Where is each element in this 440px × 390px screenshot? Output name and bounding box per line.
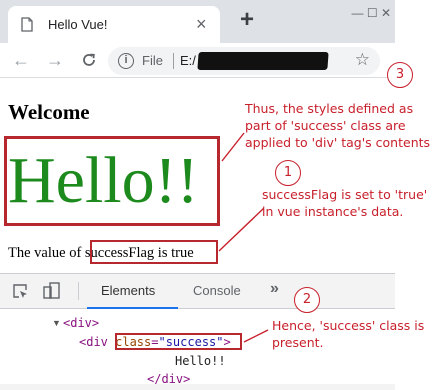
new-tab-icon[interactable]: + [240,8,254,32]
tab-console[interactable]: Console [193,283,241,298]
browser-toolbar: ← → i File E:/ ☆ [0,43,395,78]
annotation-text-2: Hence, 'success' class is present. [272,318,425,350]
device-toolbar-icon[interactable] [42,281,62,301]
info-icon[interactable]: i [118,53,134,69]
value-prefix: The value of [8,245,85,261]
annotation-number-2: 2 [294,287,320,313]
browser-tab[interactable]: Hello Vue! × [8,6,220,43]
address-separator [173,53,174,69]
devtools-toolbar: Elements Console » [0,273,395,309]
class-highlight-box [115,333,242,350]
close-tab-icon[interactable]: × [196,14,207,34]
more-tabs-icon[interactable]: » [270,280,279,298]
url-text[interactable]: E:/ [180,53,196,68]
expand-triangle-icon[interactable]: ▼ [52,318,61,328]
annotation-text-3: Thus, the styles defined as part of 'suc… [245,101,431,150]
tab-elements[interactable]: Elements [101,283,155,298]
devtools-bottom [0,384,395,390]
tab-title: Hello Vue! [48,17,108,32]
page-heading: Welcome [8,100,90,124]
annotation-number-3: 3 [387,62,413,88]
inspect-element-icon[interactable] [12,283,28,299]
hello-text: Hello!! [8,144,199,217]
value-highlight-box [90,240,218,264]
code-text-node: Hello!! [175,354,226,368]
active-tab-indicator [87,307,178,309]
code-tag-open: <div [79,335,116,349]
document-icon [21,17,33,32]
scheme-label: File [142,53,163,68]
reload-icon[interactable] [80,51,98,69]
tab-strip: Hello Vue! × + — ☐ ✕ [0,0,395,43]
annotation-text-1: successFlag is set to 'true' in vue inst… [262,187,428,219]
annotation-number-1: 1 [275,160,301,186]
toolbar-divider [78,282,79,300]
back-arrow-icon[interactable]: ← [12,50,30,70]
forward-arrow-icon[interactable]: → [46,50,64,70]
redacted-url [197,52,329,70]
code-line-div-open[interactable]: <div> [63,316,99,330]
address-bar[interactable]: i File E:/ ☆ [108,47,380,75]
window-controls[interactable]: — ☐ ✕ [352,6,391,20]
bookmark-star-icon[interactable]: ☆ [355,50,370,70]
code-line-text[interactable]: Hello!! [175,354,226,368]
